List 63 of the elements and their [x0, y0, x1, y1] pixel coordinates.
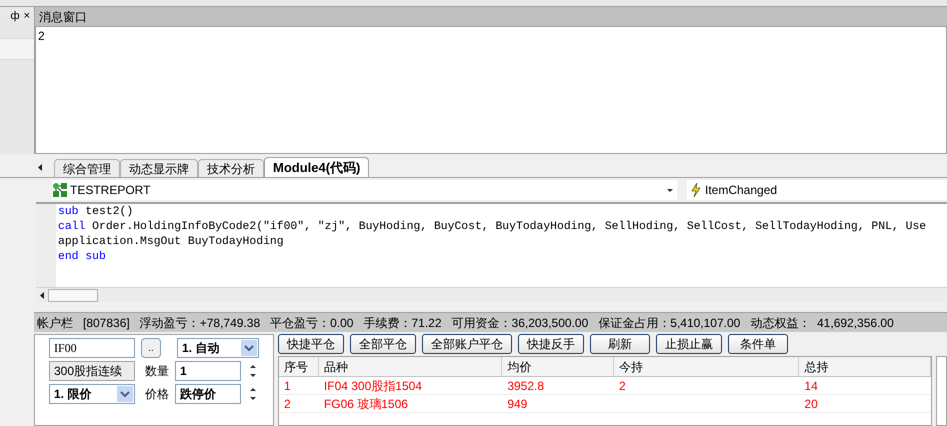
- toolbar-button[interactable]: 全部账户平仓: [422, 334, 512, 354]
- account-info: 浮动盈亏：+78,749.38: [140, 314, 260, 332]
- table-cell-text: 20: [803, 396, 819, 412]
- column-header[interactable]: 序号: [279, 357, 319, 376]
- account-info: 平仓盈亏：0.00: [270, 314, 354, 332]
- account-info: 动态权益： 41,692,356.00: [750, 314, 894, 332]
- scroll-left-icon[interactable]: [40, 292, 44, 298]
- side-panel: [936, 356, 947, 426]
- column-header[interactable]: 均价: [502, 357, 614, 376]
- mode-select[interactable]: 1. 自动: [177, 338, 259, 358]
- price-type-select[interactable]: 1. 限价: [49, 384, 135, 404]
- quantity-input[interactable]: 1: [175, 361, 241, 381]
- tab[interactable]: 综合管理: [54, 159, 120, 177]
- code-editor[interactable]: sub test2() call Order.HoldingInfoByCode2(″if00″, ″zj″, BuyHoding, BuyCost, BuyTodayHoding, SellHoding, SellCost, SellTodayHoding, PNL, Use application.MsgOut BuyTodayHoding end sub: [36, 204, 947, 287]
- horizontal-scrollbar[interactable]: [36, 287, 947, 302]
- name-field[interactable]: 300股指连续: [49, 361, 135, 381]
- lightning-icon: [691, 183, 701, 197]
- toolbar-button[interactable]: 全部平仓: [350, 334, 416, 354]
- price-input[interactable]: 跌停价: [175, 384, 241, 404]
- caret-icon: [667, 188, 673, 192]
- code-line: sub test2(): [58, 205, 134, 220]
- account-info: 手续费：71.22: [363, 314, 442, 332]
- code-line: end sub: [58, 250, 107, 265]
- toolbar-button[interactable]: 条件单: [728, 334, 788, 354]
- event-selector[interactable]: ItemChanged: [687, 180, 947, 200]
- account-info: [807836]: [83, 314, 130, 332]
- table-cell-text: 1: [283, 378, 292, 394]
- table-cell-text: FG06 玻璃1506: [322, 396, 409, 412]
- close-glyph[interactable]: ×: [24, 8, 30, 25]
- code-line: call Order.HoldingInfoByCode2(″if00″, ″zj″, BuyHoding, BuyCost, BuyTodayHoding, SellHoding, SellCost, SellTodayHoding, PNL, Use: [58, 220, 926, 235]
- account-info: 保证金占用：5,410,107.00: [598, 314, 740, 332]
- table-cell-text: 14: [803, 378, 819, 394]
- scrollbar-thumb[interactable]: [48, 288, 98, 302]
- object-selector[interactable]: TESTREPORT: [52, 180, 677, 200]
- account-info: 帐户栏: [37, 314, 73, 332]
- column-header[interactable]: 今持: [614, 357, 800, 376]
- table-cell-text: 949: [506, 396, 528, 412]
- tab[interactable]: Module4(代码): [264, 157, 370, 177]
- column-header[interactable]: 总持: [799, 357, 931, 376]
- pin-glyph[interactable]: ф: [10, 8, 20, 25]
- code-input[interactable]: IF00: [49, 338, 135, 358]
- message-window: 2: [35, 26, 947, 154]
- browse-button[interactable]: ..: [141, 338, 161, 358]
- tab[interactable]: 技术分析: [198, 159, 264, 177]
- table-cell-text: 2: [283, 396, 292, 412]
- column-header[interactable]: 品种: [318, 357, 502, 376]
- scroll-left-icon[interactable]: [38, 164, 42, 171]
- toolbar-button[interactable]: 刷新: [590, 334, 650, 354]
- toolbar-button[interactable]: 快捷平仓: [278, 334, 344, 354]
- toolbar-button[interactable]: 快捷反手: [518, 334, 584, 354]
- tab[interactable]: 动态显示牌: [120, 159, 198, 177]
- toolbar-button[interactable]: 止损止赢: [656, 334, 722, 354]
- account-info: 可用资金：36,203,500.00: [452, 314, 588, 332]
- table-cell-text: 2: [618, 378, 627, 394]
- table-cell-text: IF04 300股指1504: [322, 378, 423, 394]
- quantity-label: 数量: [145, 363, 169, 380]
- table-cell-text: 3952.8: [506, 378, 546, 394]
- price-label: 价格: [145, 386, 169, 403]
- message-window-title: 消息窗口: [35, 7, 947, 26]
- caret-icon: [117, 386, 133, 402]
- caret-icon: [241, 340, 257, 356]
- tree-nodes-icon: [52, 182, 68, 198]
- code-line: application.MsgOut BuyTodayHoding: [58, 235, 285, 250]
